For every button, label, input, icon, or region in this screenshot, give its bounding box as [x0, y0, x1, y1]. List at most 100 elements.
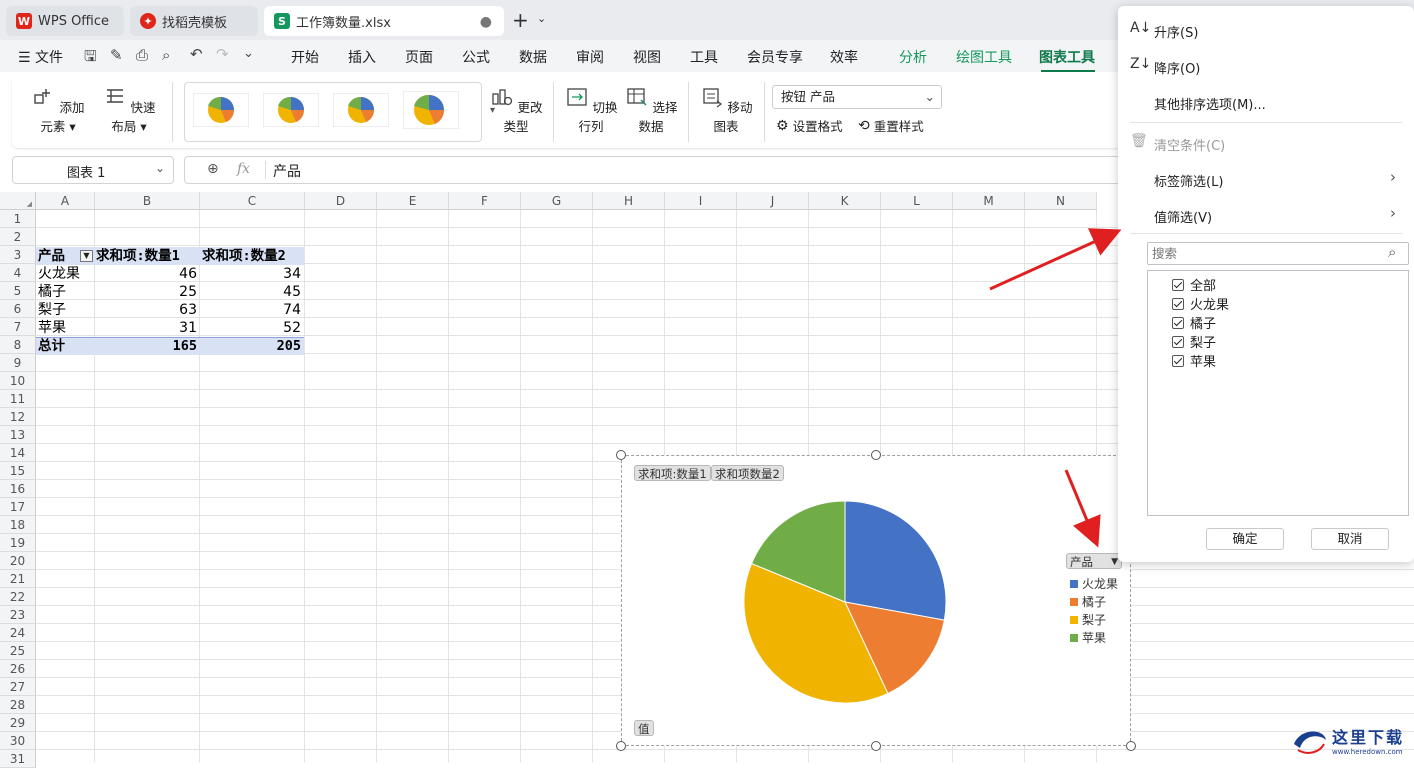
column-header[interactable]: L — [881, 192, 953, 210]
name-box[interactable]: 图表 1 ⌄ — [12, 156, 174, 184]
filter-item[interactable]: 火龙果 — [1172, 294, 1229, 313]
row-header[interactable]: 13 — [0, 426, 36, 444]
column-header[interactable]: H — [593, 192, 665, 210]
pivot-row-q1[interactable]: 25 — [96, 283, 200, 301]
menu-efficiency[interactable]: 效率 — [830, 47, 858, 67]
column-header[interactable]: E — [377, 192, 449, 210]
column-header[interactable]: J — [737, 192, 809, 210]
filter-item[interactable]: 苹果 — [1172, 351, 1216, 370]
resize-handle[interactable] — [871, 450, 881, 460]
pivot-row-q2[interactable]: 34 — [200, 265, 304, 283]
column-header[interactable]: D — [305, 192, 377, 210]
checkbox-checked-icon[interactable] — [1172, 278, 1184, 291]
pivot-row-q2[interactable]: 45 — [200, 283, 304, 301]
menu-review[interactable]: 审阅 — [576, 47, 604, 67]
row-header[interactable]: 12 — [0, 408, 36, 426]
row-header[interactable]: 27 — [0, 678, 36, 696]
row-header[interactable]: 29 — [0, 714, 36, 732]
row-header[interactable]: 7 — [0, 318, 36, 336]
move-chart-button[interactable]: 移动图表 — [696, 86, 756, 135]
filter-item-all[interactable]: 全部 — [1172, 275, 1216, 294]
column-header[interactable]: M — [953, 192, 1025, 210]
sort-asc-item[interactable]: 升序(S) — [1154, 22, 1198, 41]
pie-chart[interactable] — [732, 492, 962, 712]
pivot-row-name[interactable]: 火龙果 — [38, 265, 94, 283]
legend-entry[interactable]: 苹果 — [1070, 629, 1106, 646]
pivot-row-q1[interactable]: 46 — [96, 265, 200, 283]
row-header[interactable]: 31 — [0, 750, 36, 768]
row-header[interactable]: 21 — [0, 570, 36, 588]
filter-dropdown-icon[interactable]: ▼ — [80, 250, 93, 262]
row-header[interactable]: 5 — [0, 282, 36, 300]
value-filter-item[interactable]: 值筛选(V) — [1154, 207, 1212, 226]
row-header[interactable]: 26 — [0, 660, 36, 678]
row-header[interactable]: 11 — [0, 390, 36, 408]
column-header[interactable]: F — [449, 192, 521, 210]
menu-data[interactable]: 数据 — [519, 47, 547, 67]
zoom-icon[interactable]: ⊕ — [207, 161, 219, 177]
row-header[interactable]: 14 — [0, 444, 36, 462]
pivot-chart[interactable]: 求和项:数量1 求和项数量2 产品 ▼ 火龙果 橘子 梨子 苹果 值 — [621, 455, 1131, 746]
menu-drawing-tools[interactable]: 绘图工具 — [956, 47, 1012, 67]
pivot-total-q2[interactable]: 205 — [200, 337, 304, 355]
row-header[interactable]: 17 — [0, 498, 36, 516]
new-tab-icon[interactable]: + — [512, 8, 529, 32]
set-format-button[interactable]: ⚙ 设置格式 — [776, 116, 843, 135]
row-header[interactable]: 4 — [0, 264, 36, 282]
checkbox-checked-icon[interactable] — [1172, 354, 1184, 367]
filter-item[interactable]: 梨子 — [1172, 332, 1216, 351]
legend-entry[interactable]: 梨子 — [1070, 611, 1106, 628]
row-header[interactable]: 9 — [0, 354, 36, 372]
menu-page[interactable]: 页面 — [405, 47, 433, 67]
row-header[interactable]: 19 — [0, 534, 36, 552]
field-button-value[interactable]: 值 — [634, 720, 654, 736]
menu-view[interactable]: 视图 — [633, 47, 661, 67]
pivot-row-q2[interactable]: 74 — [200, 301, 304, 319]
search-input[interactable] — [1147, 242, 1409, 265]
print-preview-icon[interactable]: ⌕ — [162, 46, 170, 64]
row-header[interactable]: 2 — [0, 228, 36, 246]
cancel-button[interactable]: 取消 — [1311, 528, 1389, 550]
row-header[interactable]: 6 — [0, 300, 36, 318]
row-header[interactable]: 8 — [0, 336, 36, 354]
field-button-q2[interactable]: 求和项数量2 — [711, 465, 784, 481]
quick-layout-button[interactable]: 快速布局 ▾ — [98, 86, 160, 135]
pivot-row-name[interactable]: 梨子 — [38, 301, 94, 319]
column-header[interactable]: G — [521, 192, 593, 210]
menu-analysis[interactable]: 分析 — [899, 47, 927, 67]
menu-chart-tools[interactable]: 图表工具 — [1039, 47, 1095, 67]
resize-handle[interactable] — [1126, 741, 1136, 751]
pie-slice-1[interactable] — [844, 500, 947, 621]
row-header[interactable]: 22 — [0, 588, 36, 606]
row-header[interactable]: 25 — [0, 642, 36, 660]
chart-style-thumb-2[interactable] — [263, 93, 319, 127]
column-header[interactable]: C — [200, 192, 305, 210]
pivot-row-q2[interactable]: 52 — [200, 319, 304, 337]
row-header[interactable]: 20 — [0, 552, 36, 570]
fx-icon[interactable]: fx — [237, 161, 250, 177]
search-icon[interactable]: ⌕ — [1388, 243, 1396, 261]
row-header[interactable]: 23 — [0, 606, 36, 624]
pivot-row-q1[interactable]: 31 — [96, 319, 200, 337]
menu-start[interactable]: 开始 — [291, 47, 319, 67]
row-header[interactable]: 24 — [0, 624, 36, 642]
row-header[interactable]: 1 — [0, 210, 36, 228]
print-icon[interactable]: ⎙ — [136, 46, 148, 64]
change-type-button[interactable]: 更改类型 — [486, 86, 546, 135]
column-header[interactable]: I — [665, 192, 737, 210]
quick-access-more-icon[interactable]: ⌄ — [243, 46, 254, 61]
chart-style-thumb-4[interactable] — [403, 91, 459, 129]
file-menu[interactable]: ☰ 文件 — [18, 47, 63, 67]
legend-entry[interactable]: 橘子 — [1070, 593, 1106, 610]
redo-icon[interactable]: ↷ — [216, 45, 229, 63]
chevron-down-icon[interactable]: ⌄ — [537, 12, 546, 25]
resize-handle[interactable] — [616, 450, 626, 460]
chevron-down-icon[interactable]: ⌄ — [155, 161, 165, 175]
pivot-total-q1[interactable]: 165 — [96, 337, 200, 355]
chart-element-select[interactable]: 按钮 产品 ⌄ — [772, 85, 942, 109]
menu-member[interactable]: 会员专享 — [747, 47, 803, 67]
format-painter-icon[interactable]: ✎ — [110, 46, 123, 64]
chart-style-thumb-1[interactable] — [193, 93, 249, 127]
row-header[interactable]: 3 — [0, 246, 36, 264]
formula-bar[interactable]: ⊕ fx 产品 — [184, 156, 1124, 184]
